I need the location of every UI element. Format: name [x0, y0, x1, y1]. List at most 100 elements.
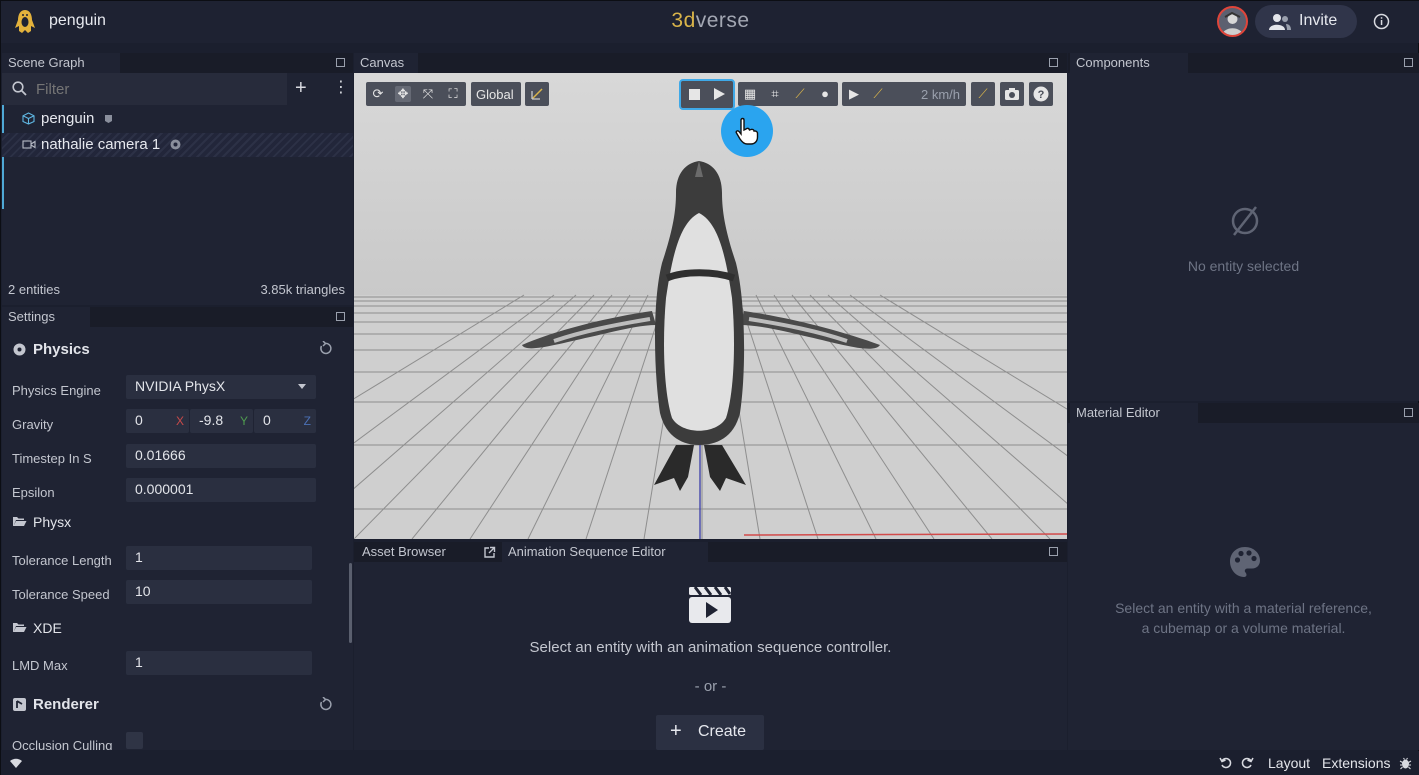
y-axis-label: Y — [239, 414, 248, 428]
plus-icon: + — [670, 720, 682, 742]
camera-snapshot-icon — [1005, 88, 1019, 100]
refresh-icon[interactable]: ⟳ — [370, 86, 386, 102]
stop-icon[interactable] — [689, 89, 700, 100]
material-empty-line-1: Select an entity with a material referen… — [1115, 600, 1372, 616]
gravity-z-input[interactable]: 0 Z — [254, 409, 316, 433]
filter-field[interactable] — [2, 73, 287, 105]
create-label: Create — [698, 723, 747, 740]
physx-section-title[interactable]: Physx — [33, 514, 71, 530]
reset-icon[interactable] — [318, 697, 332, 712]
material-editor-header: Material Editor — [1068, 403, 1419, 423]
play-controls — [679, 79, 735, 110]
lighting-button[interactable]: ⟋ — [971, 82, 995, 106]
animation-panel-header: Asset Browser Animation Sequence Editor — [354, 542, 1067, 562]
occlusion-culling-label: Occlusion Culling — [12, 738, 113, 750]
renderer-icon — [13, 698, 26, 711]
bug-icon[interactable] — [1399, 756, 1412, 770]
visibility-off-icon[interactable] — [170, 139, 181, 150]
hand-pointer-icon — [735, 117, 759, 145]
viewport-scene[interactable] — [354, 73, 1067, 539]
scale-icon[interactable]: ⤧ — [420, 86, 436, 102]
or-separator: - or - — [694, 678, 727, 695]
extensions-menu[interactable]: Extensions — [1322, 755, 1390, 771]
screenshot-button[interactable] — [1000, 82, 1024, 106]
z-axis-label: Z — [303, 414, 311, 428]
tab-components[interactable]: Components — [1070, 53, 1188, 73]
create-button[interactable]: + Create — [656, 715, 764, 750]
invite-label: Invite — [1299, 12, 1338, 29]
components-panel: Components No entity selected — [1068, 53, 1419, 401]
maximize-icon[interactable] — [1049, 58, 1058, 67]
camera-speed-label: 2 km/h — [920, 87, 960, 102]
redo-icon[interactable] — [1241, 756, 1254, 769]
triangle-count: 3.85k triangles — [260, 282, 345, 297]
gravity-y-value: -9.8 — [199, 412, 224, 428]
renderer-section-title[interactable]: Renderer — [33, 696, 99, 713]
external-link-icon[interactable] — [483, 546, 496, 559]
tab-material-editor[interactable]: Material Editor — [1070, 403, 1198, 423]
sphere-icon[interactable]: ● — [817, 86, 833, 102]
folder-open-icon — [13, 623, 27, 632]
top-bar: penguin 3dverse Invite — [1, 1, 1419, 43]
physics-engine-value: NVIDIA PhysX — [135, 378, 226, 394]
epsilon-label: Epsilon — [12, 485, 55, 500]
settings-panel: Settings Physics Physics Engine NVIDIA P… — [2, 307, 353, 750]
cube-icon — [22, 112, 35, 125]
info-icon[interactable] — [1373, 13, 1390, 30]
gravity-z-value: 0 — [263, 412, 271, 428]
add-entity-button[interactable]: + — [295, 78, 307, 98]
tab-scene-graph[interactable]: Scene Graph — [2, 53, 120, 73]
physics-section-title[interactable]: Physics — [33, 341, 90, 358]
occlusion-culling-checkbox[interactable] — [126, 732, 143, 749]
snap-button[interactable] — [525, 82, 549, 106]
maximize-icon[interactable] — [336, 312, 345, 321]
canvas-header: Canvas — [354, 53, 1067, 73]
reset-icon[interactable] — [318, 341, 332, 356]
xde-section-title[interactable]: XDE — [33, 620, 62, 636]
move-icon[interactable]: ✥ — [395, 86, 411, 102]
invite-button[interactable]: Invite — [1255, 5, 1357, 38]
space-toggle-button[interactable]: Global — [471, 82, 521, 106]
gizmo-off-icon[interactable]: ⟋ — [792, 86, 808, 102]
speed-off-icon[interactable]: ⟋ — [870, 86, 886, 102]
help-button[interactable]: ? — [1029, 82, 1053, 106]
lmd-max-input[interactable]: 1 — [126, 651, 312, 675]
animation-panel: Asset Browser Animation Sequence Editor … — [354, 542, 1067, 750]
clapperboard-icon — [689, 586, 732, 623]
tab-animation-sequence-editor[interactable]: Animation Sequence Editor — [502, 542, 708, 562]
maximize-icon[interactable] — [1404, 58, 1413, 67]
physics-engine-select[interactable]: NVIDIA PhysX — [126, 375, 316, 399]
tab-settings[interactable]: Settings — [2, 307, 90, 327]
frame-icon[interactable]: ⌗ — [767, 86, 783, 102]
undo-icon[interactable] — [1219, 756, 1232, 769]
maximize-icon[interactable] — [336, 58, 345, 67]
components-empty-text: No entity selected — [1187, 258, 1300, 274]
maximize-icon[interactable] — [1404, 408, 1413, 417]
gravity-x-input[interactable]: 0 X — [126, 409, 189, 433]
scene-item-penguin[interactable]: penguin — [2, 108, 353, 130]
camera-toolbar: ▶ ⟋ 2 km/h — [842, 82, 966, 106]
filter-input[interactable] — [36, 79, 276, 99]
maximize-icon[interactable] — [1049, 547, 1058, 556]
gravity-x-value: 0 — [135, 412, 143, 428]
play-icon[interactable] — [714, 88, 725, 100]
user-avatar[interactable] — [1217, 6, 1248, 37]
grid-icon[interactable]: ▦ — [742, 86, 758, 102]
more-options-icon[interactable]: ⋮ — [333, 78, 349, 98]
video-camera-icon[interactable]: ▶ — [846, 86, 862, 102]
animation-empty-message: Select an entity with an animation seque… — [529, 639, 892, 656]
layout-menu[interactable]: Layout — [1268, 755, 1310, 771]
scene-item-camera[interactable]: nathalie camera 1 — [2, 133, 353, 157]
settings-scrollbar[interactable] — [349, 563, 352, 643]
tab-asset-browser[interactable]: Asset Browser — [354, 542, 502, 562]
view-toolbar: ▦ ⌗ ⟋ ● — [738, 82, 838, 106]
timestep-input[interactable]: 0.01666 — [126, 444, 316, 468]
tolerance-length-input[interactable]: 1 — [126, 546, 312, 570]
epsilon-input[interactable]: 0.000001 — [126, 478, 316, 502]
gravity-y-input[interactable]: -9.8 Y — [190, 409, 253, 433]
tolerance-speed-input[interactable]: 10 — [126, 580, 312, 604]
tab-canvas[interactable]: Canvas — [354, 53, 418, 73]
pointer-cursor — [721, 105, 773, 157]
material-editor-panel: Material Editor Select an entity with a … — [1068, 403, 1419, 750]
bounds-icon[interactable]: ⛶ — [445, 86, 461, 102]
